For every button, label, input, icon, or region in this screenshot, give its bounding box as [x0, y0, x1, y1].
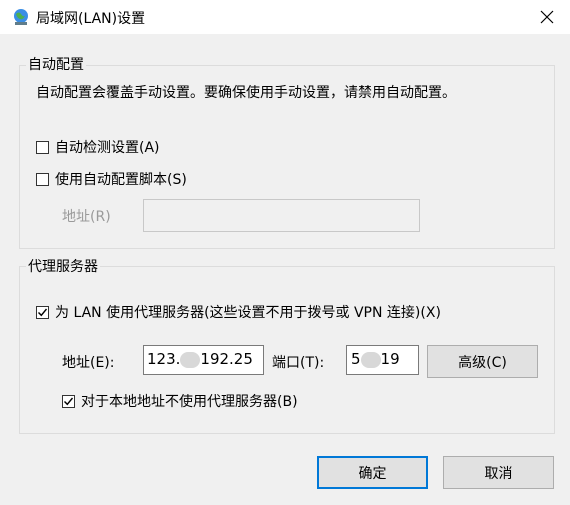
use-proxy-checkbox-row[interactable]: 为 LAN 使用代理服务器(这些设置不用于拨号或 VPN 连接)(X) — [36, 302, 441, 322]
use-proxy-label: 为 LAN 使用代理服务器(这些设置不用于拨号或 VPN 连接)(X) — [55, 305, 441, 321]
use-script-label: 使用自动配置脚本(S) — [55, 172, 187, 188]
auto-config-description: 自动配置会覆盖手动设置。要确保使用手动设置，请禁用自动配置。 — [36, 85, 456, 101]
proxy-address-suffix: 192.25 — [200, 350, 253, 368]
advanced-button[interactable]: 高级(C) — [427, 345, 538, 378]
redacted-blur — [180, 351, 201, 368]
script-address-label: 地址(R) — [62, 209, 111, 225]
close-button[interactable] — [524, 0, 570, 34]
use-proxy-checkbox[interactable] — [36, 305, 49, 319]
window-title: 局域网(LAN)设置 — [36, 11, 146, 27]
proxy-address-prefix: 123. — [147, 350, 181, 368]
bypass-local-label: 对于本地地址不使用代理服务器(B) — [81, 394, 298, 410]
proxy-group-title: 代理服务器 — [26, 256, 100, 276]
proxy-port-prefix: 5 — [351, 350, 361, 368]
close-icon — [540, 10, 554, 24]
redacted-blur — [360, 351, 381, 368]
auto-detect-label: 自动检测设置(A) — [55, 140, 160, 156]
use-script-checkbox[interactable] — [36, 172, 49, 186]
auto-detect-checkbox[interactable] — [36, 140, 49, 154]
use-script-checkbox-row[interactable]: 使用自动配置脚本(S) — [36, 169, 187, 189]
proxy-address-label: 地址(E): — [62, 355, 115, 371]
proxy-address-field[interactable]: 123. 192.25 — [143, 345, 264, 375]
bypass-local-checkbox-row[interactable]: 对于本地地址不使用代理服务器(B) — [62, 391, 298, 411]
checkmark-icon — [38, 308, 48, 316]
script-address-field[interactable] — [143, 199, 420, 232]
proxy-port-label: 端口(T): — [272, 355, 325, 371]
ok-button[interactable]: 确定 — [317, 456, 428, 489]
proxy-port-field[interactable]: 5 19 — [346, 345, 419, 375]
proxy-port-suffix: 19 — [380, 350, 400, 368]
bypass-local-checkbox[interactable] — [62, 394, 75, 408]
auto-config-group-title: 自动配置 — [26, 54, 86, 74]
auto-detect-checkbox-row[interactable]: 自动检测设置(A) — [36, 137, 160, 157]
title-bar: 局域网(LAN)设置 — [0, 0, 570, 34]
cancel-button[interactable]: 取消 — [443, 456, 554, 489]
checkmark-icon — [64, 397, 74, 405]
globe-network-icon — [12, 8, 30, 26]
